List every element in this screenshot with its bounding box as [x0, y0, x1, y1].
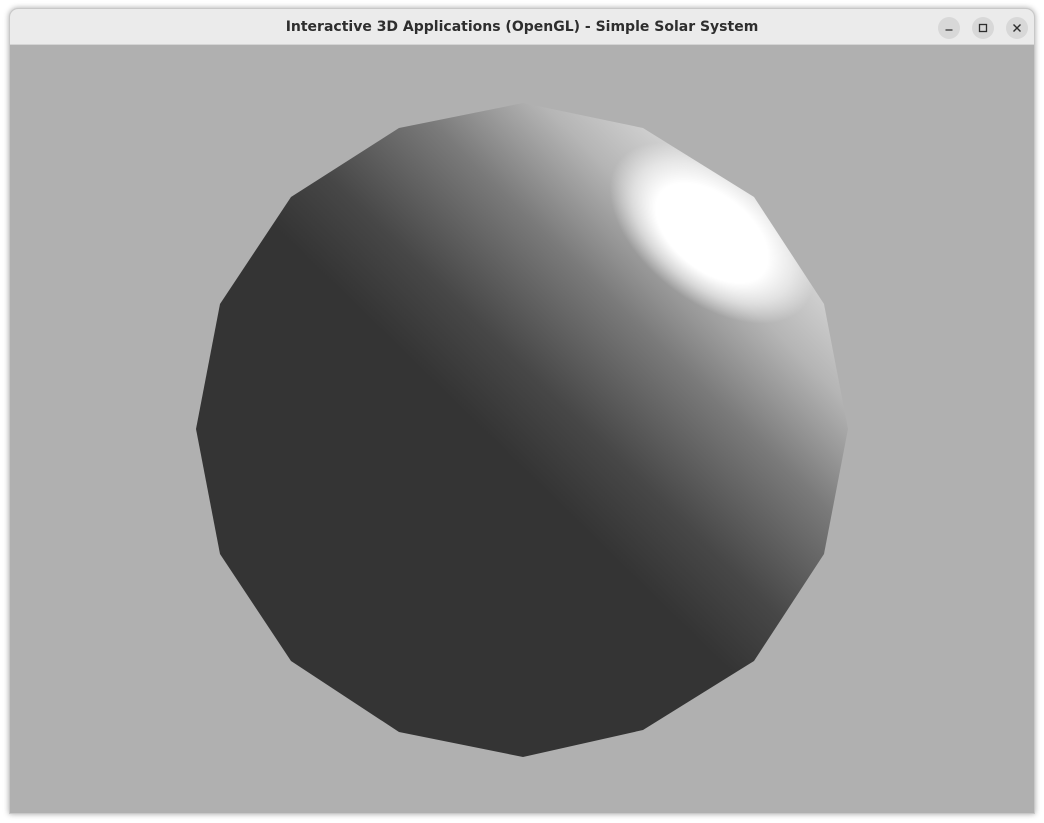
app-window: Interactive 3D Applications (OpenGL) - S…	[9, 8, 1035, 814]
close-button[interactable]	[1006, 17, 1028, 39]
sphere	[196, 103, 848, 757]
maximize-icon	[978, 23, 988, 33]
sphere-specular-highlight	[570, 105, 848, 375]
minimize-button[interactable]	[938, 17, 960, 39]
minimize-icon	[945, 29, 953, 31]
title-bar[interactable]: Interactive 3D Applications (OpenGL) - S…	[10, 9, 1034, 45]
close-icon	[1013, 24, 1021, 32]
window-title: Interactive 3D Applications (OpenGL) - S…	[285, 19, 759, 35]
opengl-viewport[interactable]	[10, 45, 1034, 813]
render-canvas	[196, 103, 848, 757]
maximize-button[interactable]	[972, 17, 994, 39]
